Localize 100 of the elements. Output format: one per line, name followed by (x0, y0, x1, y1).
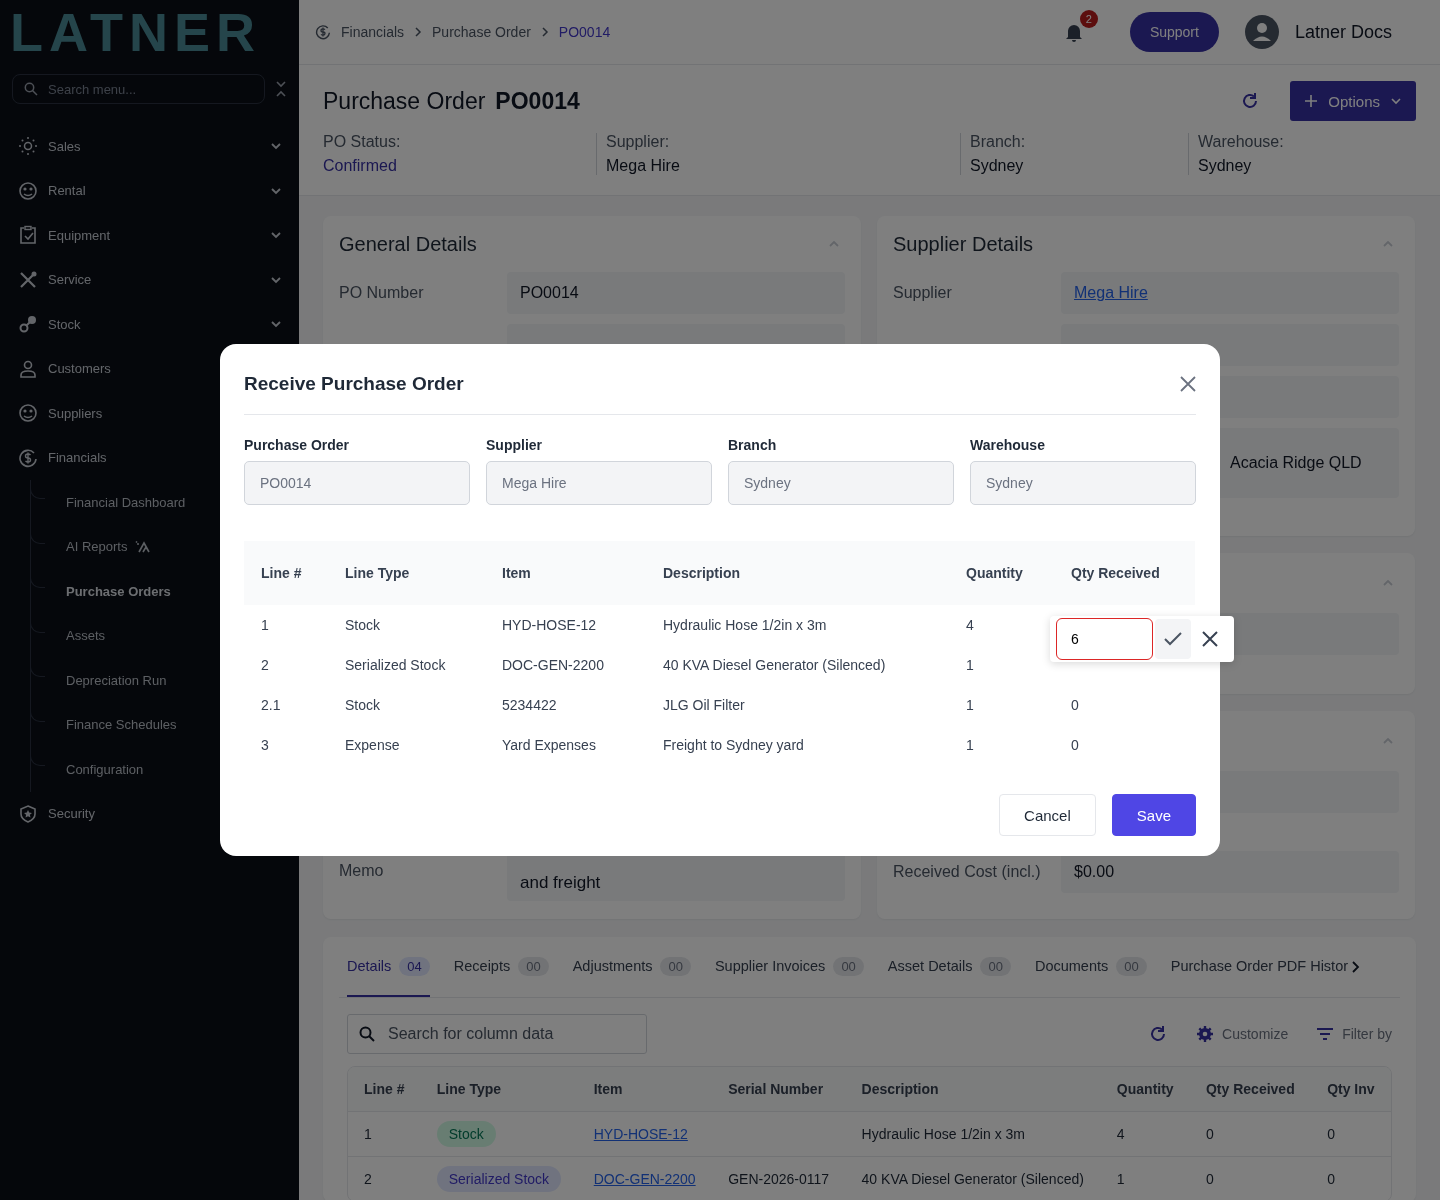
user-name[interactable]: Latner Docs (1294, 21, 1392, 43)
table-cell: 0 (1071, 697, 1079, 713)
tab-count: 00 (980, 956, 1011, 976)
tab[interactable]: Asset Details 00 (887, 937, 1011, 997)
tab[interactable]: Purchase Order PDF Histor (1170, 937, 1349, 997)
summary-label: PO Status: (323, 133, 402, 151)
table-cell: 2 (348, 1156, 421, 1200)
table-cell: Freight to Sydney yard (663, 737, 804, 753)
table-cell: 3 (261, 737, 269, 753)
summary-value: Sydney (1198, 157, 1253, 175)
item-link[interactable]: HYD-HOSE-12 (593, 1126, 688, 1142)
table-cell: Expense (345, 737, 400, 753)
table-cell: 5234422 (502, 697, 557, 713)
table-cell: 40 KVA Diesel Generator (Silenced) (845, 1156, 1101, 1200)
table-cell: GEN-2026-0117 (712, 1156, 846, 1200)
tab[interactable]: Receipts 00 (453, 937, 549, 997)
tab-count: 04 (399, 956, 430, 976)
summary-label: Warehouse: (1198, 133, 1285, 151)
line-type-tag: Serialized Stock (436, 1166, 562, 1192)
tab[interactable]: Adjustments 00 (572, 937, 691, 997)
table-cell: 1 (966, 657, 974, 673)
field-label: Supplier (486, 437, 543, 453)
po-number: PO0014 (495, 87, 580, 115)
status-value: Confirmed (323, 157, 398, 175)
nav-subitem[interactable]: Financial Dashboard (66, 494, 186, 510)
table-cell: 2.1 (261, 697, 281, 713)
item-link[interactable]: DOC-GEN-2200 (593, 1171, 696, 1187)
notification-count: 2 (1079, 10, 1098, 28)
nav-item[interactable]: Rental (48, 183, 259, 199)
tab[interactable]: Supplier Invoices 00 (714, 937, 864, 997)
quantity-input[interactable]: 6 (1056, 618, 1153, 660)
column-header: Qty Received (1054, 541, 1195, 605)
summary-label: Branch: (970, 133, 1027, 151)
table-cell: HYD-HOSE-12 (502, 617, 597, 633)
table-cell: Hydraulic Hose 1/2in x 3m (845, 1111, 1101, 1157)
table-cell: Hydraulic Hose 1/2in x 3m (663, 617, 827, 633)
options-button[interactable]: Options (1290, 81, 1416, 121)
logo: LATNER (10, 8, 262, 56)
field-label: Purchase Order (244, 437, 351, 453)
nav-subitem[interactable]: Purchase Orders (66, 583, 171, 599)
search-field[interactable]: Search menu... (12, 74, 265, 104)
field-label: Supplier (893, 284, 953, 302)
nav-item[interactable]: Service (48, 272, 259, 288)
nav-subitem[interactable]: Finance Schedules (66, 717, 177, 733)
table-cell: 1 (966, 697, 974, 713)
filter-button[interactable]: Filter by (1316, 1026, 1392, 1042)
save-button[interactable]: Save (1111, 794, 1196, 836)
card-title: General Details (339, 232, 477, 256)
column-header: Line # (244, 541, 328, 605)
table-cell: 0 (1311, 1156, 1391, 1200)
tab[interactable]: Documents 00 (1034, 937, 1147, 997)
address-text: Acacia Ridge QLD (1230, 454, 1362, 472)
field-label: Branch (728, 437, 778, 453)
breadcrumb-link[interactable]: PO0014 (558, 24, 611, 40)
table-cell: DOC-GEN-2200 (502, 657, 604, 673)
line-type-tag: Stock (436, 1121, 496, 1147)
nav-item[interactable]: Equipment (48, 227, 259, 243)
nav-subitem[interactable]: AI Reports (66, 539, 128, 555)
field-label: Received Cost (incl.) (893, 863, 1042, 881)
customize-button[interactable]: Customize (1196, 1025, 1289, 1043)
tab-count: 00 (833, 956, 864, 976)
table-cell: 0 (1189, 1156, 1312, 1200)
table-cell: 4 (966, 617, 974, 633)
summary-label: Supplier: (606, 133, 671, 151)
page-title: Purchase Order (323, 87, 486, 115)
column-header: Quantity (949, 541, 1054, 605)
table-cell: 4 (1100, 1111, 1190, 1157)
tab-count: 00 (518, 956, 549, 976)
field-label: Warehouse (970, 437, 1046, 453)
nav-subitem[interactable]: Configuration (66, 761, 144, 777)
modal-title: Receive Purchase Order (244, 373, 464, 395)
table-cell: 0 (1071, 737, 1079, 753)
card-title: Supplier Details (893, 232, 1034, 256)
table-cell: 2 (261, 657, 269, 673)
table-cell: 1 (1100, 1156, 1190, 1200)
summary-value: Sydney (970, 157, 1025, 175)
tab-count: 00 (1116, 956, 1147, 976)
summary-value: Mega Hire (606, 157, 681, 175)
breadcrumb-link[interactable]: Purchase Order (432, 24, 531, 40)
nav-item[interactable]: Stock (48, 316, 259, 332)
nav-item[interactable]: Sales (48, 138, 259, 154)
column-header: Description (646, 541, 949, 605)
table-cell: 40 KVA Diesel Generator (Silenced) (663, 657, 886, 673)
nav-subitem[interactable]: Assets (66, 628, 105, 644)
table-cell: Stock (345, 697, 380, 713)
support-button[interactable]: Support (1129, 12, 1219, 52)
tab[interactable]: Details 04 (347, 937, 430, 997)
cancel-button[interactable]: Cancel (999, 794, 1096, 836)
field-value: $0.00 (1061, 851, 1399, 893)
supplier-link[interactable]: Mega Hire (1074, 284, 1148, 302)
table-cell: JLG Oil Filter (663, 697, 745, 713)
table-cell: Yard Expenses (502, 737, 596, 753)
nav-subitem[interactable]: Depreciation Run (66, 672, 167, 688)
table-cell: 1 (261, 617, 269, 633)
table-cell: 0 (1189, 1111, 1312, 1157)
tab-count: 00 (660, 956, 691, 976)
field-label: PO Number (339, 284, 425, 302)
breadcrumb-link[interactable]: Financials (341, 24, 405, 40)
field-label: Memo (339, 862, 385, 880)
column-header: Item (485, 541, 646, 605)
